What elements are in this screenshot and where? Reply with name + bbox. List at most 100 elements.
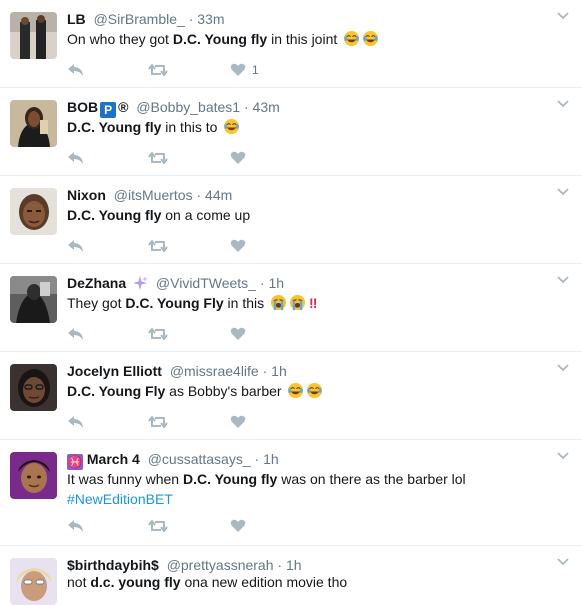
username[interactable]: @missrae4life	[170, 363, 259, 379]
timestamp[interactable]: 1h	[263, 451, 279, 467]
heart-icon[interactable]	[230, 148, 246, 168]
sparkles-icon	[133, 276, 149, 290]
tweet-text: D.C. Young fly on a come up	[67, 205, 250, 225]
reply-icon[interactable]	[67, 148, 85, 168]
reply-icon[interactable]	[67, 236, 85, 256]
retweet-icon[interactable]	[148, 236, 168, 256]
fullname[interactable]: Jocelyn Elliott	[67, 363, 162, 379]
retweet-icon[interactable]	[148, 516, 168, 536]
separator-dot: ·	[254, 451, 260, 467]
tweet[interactable]: BOB P ® @Bobby_bates1 · 43m D.C. Young fly…	[0, 88, 582, 176]
parking-icon: P	[100, 102, 117, 118]
timestamp[interactable]: 1h	[268, 275, 284, 291]
retweet-icon[interactable]	[148, 148, 168, 168]
text-part: On who they got	[67, 31, 173, 47]
text-part: ona new edition movie tho	[180, 574, 348, 590]
timeline: LB @SirBramble_ · 33m On who they got D.…	[0, 0, 582, 605]
avatar[interactable]	[10, 558, 57, 605]
avatar[interactable]	[10, 100, 57, 147]
text-part: They got	[67, 295, 126, 311]
username[interactable]: @VividTWeets_	[156, 275, 256, 291]
text-part: was on there as the barber lol	[277, 471, 466, 487]
chevron-down-icon[interactable]	[556, 448, 570, 462]
hashtag-link[interactable]: #NewEditionBET	[67, 491, 173, 507]
retweet-icon[interactable]	[148, 412, 168, 432]
fullname[interactable]: $birthdaybih$	[67, 557, 159, 573]
username[interactable]: @cussattasays_	[148, 451, 251, 467]
separator-dot: ·	[262, 363, 268, 379]
face-with-tears-of-joy-icon	[307, 382, 323, 399]
text-part: not	[67, 574, 91, 590]
chevron-down-icon[interactable]	[556, 360, 570, 374]
text-highlight: D.C. Young fly	[182, 471, 278, 487]
text-highlight: d.c. young fly	[90, 574, 181, 590]
username[interactable]: @Bobby_bates1	[136, 99, 240, 115]
heart-icon[interactable]	[230, 236, 246, 256]
username[interactable]: @itsMuertos	[114, 187, 193, 203]
separator-dot: ·	[196, 187, 202, 203]
timestamp[interactable]: 44m	[205, 187, 232, 203]
tweet-header: LB @SirBramble_ · 33m	[67, 10, 225, 28]
like-button[interactable]: 1	[230, 60, 259, 80]
timestamp[interactable]: 1h	[286, 557, 302, 573]
text-part: on a come up	[161, 207, 251, 223]
text-part: in this to	[161, 119, 218, 135]
reply-icon[interactable]	[67, 516, 85, 536]
tweet-text: D.C. Young Fly as Bobby's barber	[67, 381, 323, 401]
separator-dot: ·	[188, 11, 194, 27]
retweet-icon[interactable]	[148, 60, 168, 80]
tweet-header: Jocelyn Elliott @missrae4life · 1h	[67, 362, 287, 380]
tweet-header: DeZhana @VividTWeets_ · 1h	[67, 274, 284, 292]
tweet[interactable]: Jocelyn Elliott @missrae4life · 1h D.C. …	[0, 352, 582, 440]
text-highlight: D.C. Young Fly	[125, 295, 224, 311]
retweet-icon[interactable]	[148, 324, 168, 344]
registered-mark: ®	[118, 99, 129, 115]
loudly-crying-face-icon	[289, 294, 306, 311]
tweet-text: They got D.C. Young Fly in this ‼	[67, 293, 317, 313]
avatar[interactable]	[10, 452, 57, 499]
reply-icon[interactable]	[67, 60, 85, 80]
tweet[interactable]: Nixon @itsMuertos · 44m D.C. Young fly o…	[0, 176, 582, 264]
face-with-tears-of-joy-icon	[224, 118, 240, 135]
text-highlight: D.C. Young Fly	[67, 383, 166, 399]
separator-dot: ·	[259, 275, 265, 291]
timestamp[interactable]: 43m	[253, 99, 280, 115]
username[interactable]: @prettyassnerah	[167, 557, 274, 573]
avatar[interactable]	[10, 188, 57, 235]
username[interactable]: @SirBramble_	[94, 11, 185, 27]
fullname[interactable]: LB	[67, 11, 86, 27]
pisces-icon: ♓	[67, 454, 83, 470]
tweet-text: On who they got D.C. Young fly in this j…	[67, 29, 379, 49]
fullname[interactable]: Nixon	[67, 187, 106, 203]
tweet[interactable]: ♓ March 4 @cussattasays_ · 1h It was fun…	[0, 440, 582, 546]
tweet-header: Nixon @itsMuertos · 44m	[67, 186, 232, 204]
fullname[interactable]: BOB	[67, 99, 98, 115]
tweet-text: D.C. Young fly in this to	[67, 117, 240, 137]
fullname[interactable]: DeZhana	[67, 275, 126, 291]
text-highlight: D.C. Young fly	[67, 119, 162, 135]
chevron-down-icon[interactable]	[556, 8, 570, 22]
face-with-tears-of-joy-icon	[288, 382, 304, 399]
timestamp[interactable]: 1h	[271, 363, 287, 379]
tweet[interactable]: DeZhana @VividTWeets_ · 1h They got D.C.…	[0, 264, 582, 352]
chevron-down-icon[interactable]	[556, 184, 570, 198]
avatar[interactable]	[10, 276, 57, 323]
reply-icon[interactable]	[67, 412, 85, 432]
tweet[interactable]: LB @SirBramble_ · 33m On who they got D.…	[0, 0, 582, 88]
heart-icon[interactable]	[230, 324, 246, 344]
face-with-tears-of-joy-icon	[344, 30, 360, 47]
avatar[interactable]	[10, 364, 57, 411]
double-exclamation: ‼	[309, 295, 318, 311]
timestamp[interactable]: 33m	[197, 11, 224, 27]
heart-icon[interactable]	[230, 412, 246, 432]
chevron-down-icon[interactable]	[556, 272, 570, 286]
chevron-down-icon[interactable]	[556, 96, 570, 110]
text-part: as Bobby's barber	[165, 383, 282, 399]
reply-icon[interactable]	[67, 324, 85, 344]
like-count: 1	[252, 63, 259, 77]
fullname[interactable]: March 4	[87, 451, 140, 467]
heart-icon[interactable]	[230, 516, 246, 536]
avatar[interactable]	[10, 12, 57, 59]
chevron-down-icon[interactable]	[556, 554, 570, 568]
tweet[interactable]: $birthdaybih$ @prettyassnerah · 1h not d…	[0, 546, 582, 605]
